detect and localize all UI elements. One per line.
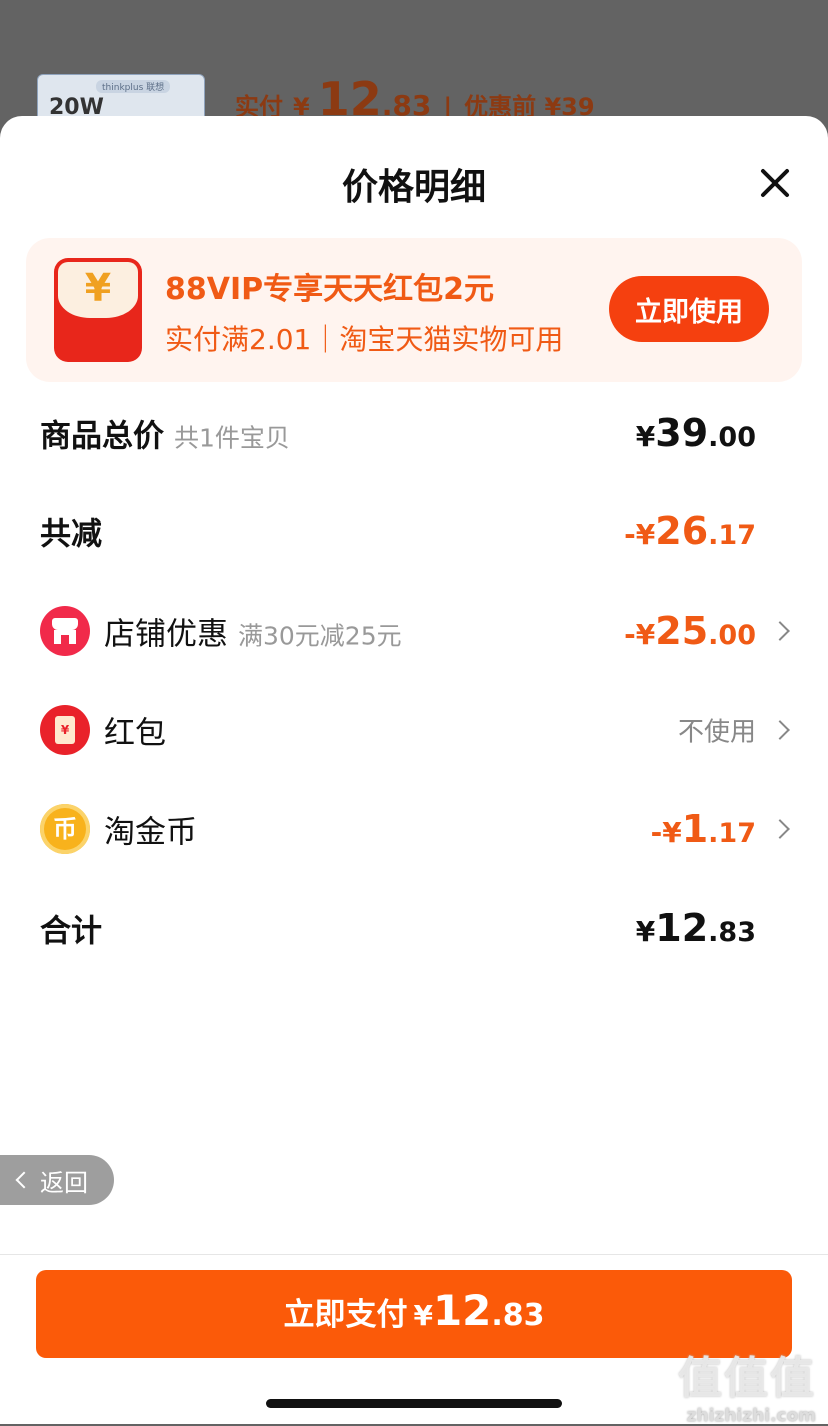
coin-icon: 币 bbox=[40, 804, 90, 854]
product-brand-tag: thinkplus 联想 bbox=[96, 80, 171, 93]
total-reduce-amount: -¥26.17 bbox=[624, 509, 756, 553]
amount-dec: .00 bbox=[708, 422, 756, 453]
shop-discount-amount: -¥25.00 bbox=[624, 609, 756, 653]
sheet-title: 价格明细 bbox=[341, 167, 486, 208]
pay-dec: .83 bbox=[491, 1298, 545, 1333]
coin-icon-text: 币 bbox=[53, 815, 77, 843]
red-packet-status: 不使用 bbox=[677, 717, 756, 748]
amount-int: 26 bbox=[655, 509, 709, 553]
total-amount: ¥12.83 bbox=[636, 906, 756, 950]
footer-divider bbox=[0, 1254, 828, 1255]
goods-total-label: 商品总价 共1件宝贝 bbox=[40, 411, 290, 456]
chevron-right-icon bbox=[770, 720, 790, 740]
goods-total-amount: ¥39.00 bbox=[636, 411, 756, 455]
banner-subtitle: 实付满2.01｜淘宝天猫实物可用 bbox=[165, 323, 564, 356]
amount-int: 12 bbox=[655, 906, 709, 950]
watermark-en: zhizhizhi.com bbox=[686, 1406, 816, 1426]
red-packet-icon-text: ¥ bbox=[55, 716, 75, 744]
pay-label: 立即支付 bbox=[283, 1297, 408, 1333]
total-reduce-label: 共减 bbox=[40, 516, 102, 553]
amount-dec: .83 bbox=[708, 917, 756, 948]
goods-total-text: 商品总价 bbox=[40, 418, 164, 455]
back-label: 返回 bbox=[40, 1168, 88, 1197]
red-packet-small-icon: ¥ bbox=[40, 705, 90, 755]
shop-discount-note: 满30元减25元 bbox=[238, 621, 402, 651]
yen-symbol: ¥ bbox=[84, 266, 112, 310]
red-packet-value: 不使用 bbox=[678, 712, 756, 749]
shop-discount-label: 店铺优惠 满30元减25元 bbox=[104, 609, 402, 654]
shop-discount-text: 店铺优惠 bbox=[104, 616, 228, 653]
home-indicator[interactable] bbox=[266, 1399, 562, 1408]
total-label: 合计 bbox=[40, 913, 102, 950]
goods-count-note: 共1件宝贝 bbox=[174, 423, 290, 453]
watermark-zh: 值值值 bbox=[678, 1353, 816, 1404]
pay-yen: ¥ bbox=[413, 1299, 433, 1332]
back-button[interactable]: 返回 bbox=[0, 1155, 114, 1205]
amount-dec: .00 bbox=[708, 620, 756, 651]
red-packet-row[interactable]: ¥ 红包 不使用 bbox=[0, 700, 828, 760]
yen-sign: -¥ bbox=[624, 518, 656, 551]
yen-sign: ¥ bbox=[635, 915, 656, 948]
amount-int: 1 bbox=[681, 807, 709, 851]
vip-red-packet-banner: ¥ 88VIP专享天天红包2元 实付满2.01｜淘宝天猫实物可用 立即使用 bbox=[26, 238, 802, 382]
amount-dec: .17 bbox=[708, 520, 756, 551]
pay-int: 12 bbox=[432, 1286, 492, 1335]
yen-sign: -¥ bbox=[624, 618, 656, 651]
amount-dec: .17 bbox=[708, 818, 756, 849]
chevron-right-icon bbox=[770, 819, 790, 839]
tao-coin-label: 淘金币 bbox=[104, 814, 197, 851]
shop-icon bbox=[40, 606, 90, 656]
yen-sign: ¥ bbox=[635, 420, 656, 453]
total-row: 合计 ¥12.83 bbox=[0, 898, 828, 958]
tao-coin-amount: -¥1.17 bbox=[651, 807, 756, 851]
chevron-right-icon bbox=[770, 621, 790, 641]
shop-discount-row[interactable]: 店铺优惠 满30元减25元 -¥25.00 bbox=[0, 601, 828, 661]
total-reduce-row: 共减 -¥26.17 bbox=[0, 501, 828, 561]
amount-int: 25 bbox=[655, 609, 709, 653]
goods-total-row: 商品总价 共1件宝贝 ¥39.00 bbox=[0, 403, 828, 463]
red-packet-icon: ¥ bbox=[54, 258, 142, 362]
red-packet-label: 红包 bbox=[104, 715, 166, 752]
yen-sign: -¥ bbox=[650, 816, 682, 849]
amount-int: 39 bbox=[655, 411, 709, 455]
banner-title: 88VIP专享天天红包2元 bbox=[165, 272, 494, 307]
chevron-left-icon bbox=[15, 1171, 33, 1189]
tao-coin-row[interactable]: 币 淘金币 -¥1.17 bbox=[0, 799, 828, 859]
close-icon[interactable] bbox=[758, 166, 792, 200]
price-detail-sheet: 价格明细 ¥ 88VIP专享天天红包2元 实付满2.01｜淘宝天猫实物可用 立即… bbox=[0, 116, 828, 1426]
watermark: 值值值 zhizhizhi.com bbox=[678, 1342, 816, 1426]
use-now-button[interactable]: 立即使用 bbox=[609, 276, 769, 342]
